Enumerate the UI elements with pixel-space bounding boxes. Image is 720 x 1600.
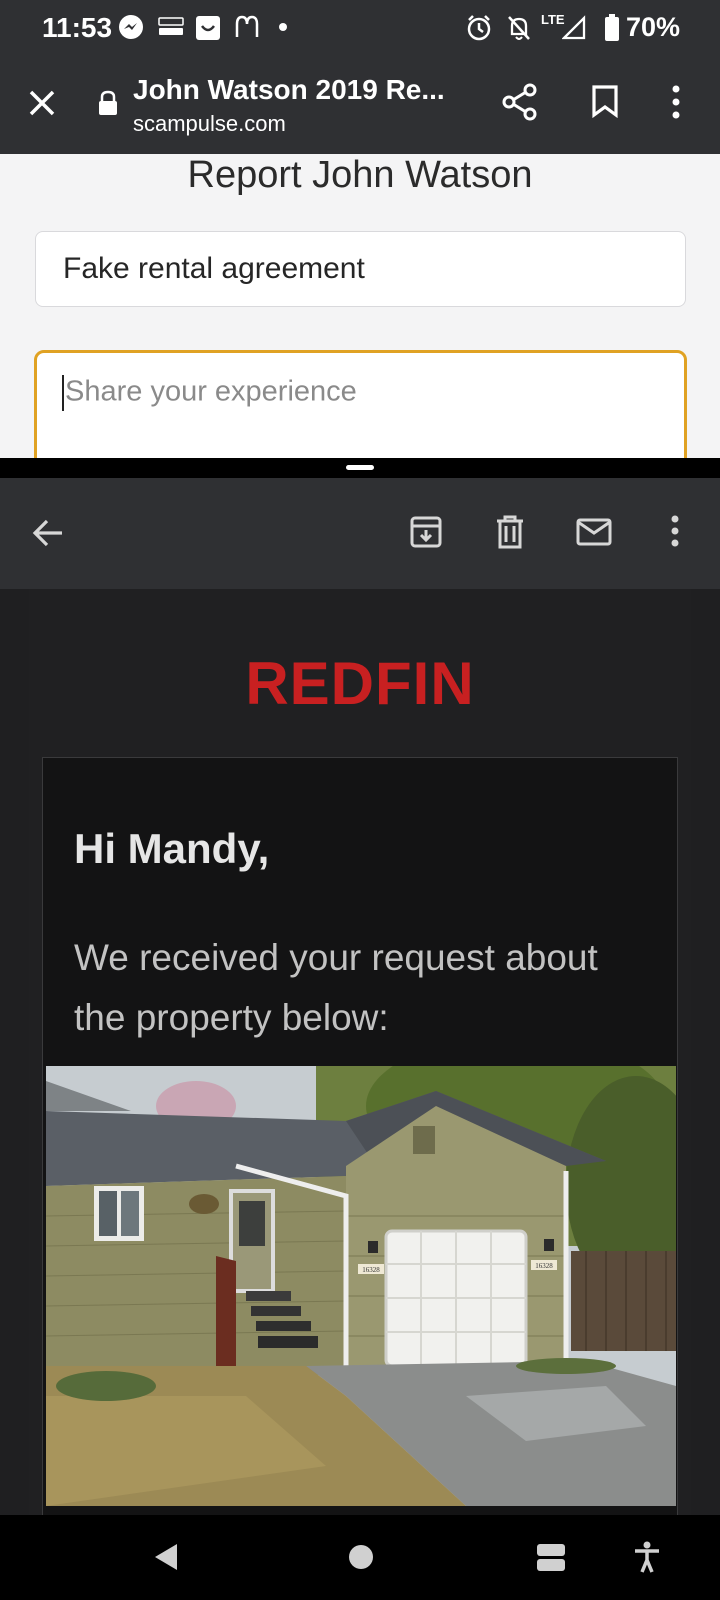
split-handle[interactable] [346, 465, 374, 470]
back-triangle-icon[interactable] [153, 1542, 179, 1572]
recents-icon[interactable] [536, 1542, 566, 1572]
experience-textarea[interactable]: Share your experience [34, 350, 687, 458]
redfin-logo[interactable]: REDFIN [0, 649, 720, 718]
home-circle-icon[interactable] [347, 1543, 375, 1571]
archive-icon[interactable] [409, 515, 443, 549]
back-arrow-icon[interactable] [32, 518, 64, 548]
notifications-off-icon [508, 16, 530, 40]
mcdonalds-icon [235, 15, 259, 37]
property-photo[interactable]: 16328 16328 [46, 1066, 676, 1506]
lock-icon [99, 90, 117, 115]
report-reason-field[interactable]: Fake rental agreement [35, 231, 686, 307]
house-number-1: 16328 [362, 1266, 380, 1274]
accessibility-icon[interactable] [633, 1541, 661, 1573]
experience-placeholder: Share your experience [65, 375, 357, 408]
email-message: We received your request about the prope… [74, 937, 598, 1038]
shopping-bag-icon [196, 16, 220, 40]
alarm-icon [467, 15, 491, 41]
messenger-icon [119, 15, 143, 39]
more-vert-icon[interactable] [671, 84, 681, 120]
page-url[interactable]: scampulse.com [133, 111, 286, 137]
close-icon[interactable] [26, 87, 58, 119]
split-screen-divider[interactable] [0, 458, 720, 478]
status-bar: 11:53 LTE 70% [0, 0, 720, 56]
signal-icon [562, 15, 586, 40]
email-card: Hi Mandy, We received your request about… [42, 757, 678, 1515]
status-time: 11:53 [42, 12, 113, 43]
page-title[interactable]: John Watson 2019 Re... [133, 74, 463, 106]
house-number-2: 16328 [535, 1262, 553, 1270]
mail-toolbar [0, 478, 720, 589]
share-icon[interactable] [502, 83, 538, 121]
bookmark-icon[interactable] [591, 84, 619, 118]
system-nav-bar [0, 1515, 720, 1600]
battery-icon [605, 14, 619, 41]
mark-unread-icon[interactable] [576, 518, 612, 546]
text-caret [62, 375, 64, 411]
email-greeting: Hi Mandy, [74, 825, 270, 872]
temu-icon [158, 17, 184, 35]
delete-icon[interactable] [495, 514, 525, 550]
more-vert-icon[interactable] [670, 514, 680, 548]
browser-toolbar: John Watson 2019 Re... scampulse.com [0, 56, 720, 154]
report-title: Report John Watson [187, 154, 533, 196]
battery-percentage: 70% [626, 12, 681, 42]
web-content: Report John Watson Fake rental agreement… [0, 154, 720, 458]
dot-icon [279, 23, 287, 31]
email-body: REDFIN Hi Mandy, We received your reques… [0, 589, 720, 1515]
